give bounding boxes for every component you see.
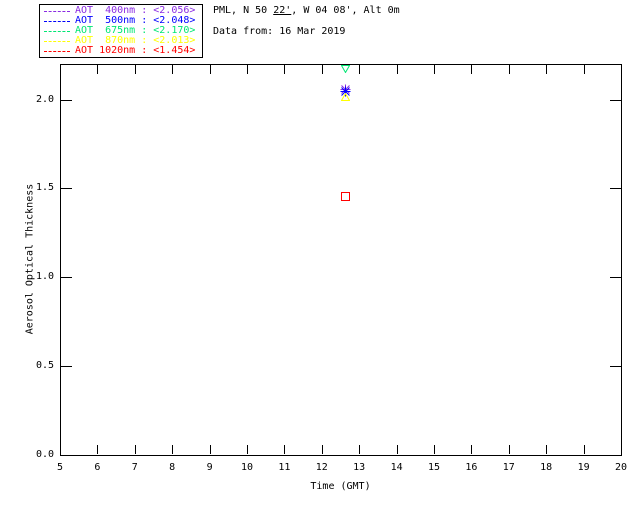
x-tick <box>359 445 361 454</box>
x-axis-title: Time (GMT) <box>310 481 371 492</box>
x-tick <box>583 445 585 454</box>
x-tick-top <box>471 65 473 74</box>
x-tick <box>621 445 622 454</box>
legend-dashed-line <box>44 30 70 32</box>
x-tick-label: 5 <box>56 462 64 473</box>
x-tick <box>60 445 61 454</box>
y-tick <box>61 366 72 368</box>
y-tick-right <box>610 188 621 190</box>
plot-area <box>60 64 622 456</box>
x-tick <box>471 445 473 454</box>
x-tick <box>209 445 211 454</box>
data-marker-aot-1020nm <box>340 192 350 204</box>
x-tick <box>134 445 136 454</box>
plot-title-prefix: PML, N 50 <box>213 5 274 16</box>
x-tick-top <box>359 65 361 74</box>
x-tick-label: 9 <box>206 462 213 473</box>
x-tick-label: 16 <box>465 462 478 473</box>
x-tick-label: 20 <box>614 462 628 473</box>
x-tick-label: 14 <box>390 462 403 473</box>
x-tick-top <box>508 65 510 74</box>
x-tick-label: 17 <box>502 462 515 473</box>
x-tick <box>434 445 435 454</box>
plot-title-suffix: , W 04 08', Alt 0m <box>291 5 400 16</box>
x-tick-label: 11 <box>278 462 291 473</box>
legend-label: AOT 1020nm : <1.454> <box>75 45 196 56</box>
y-tick-label: 1.0 <box>35 271 54 283</box>
x-tick-top <box>396 65 398 74</box>
x-tick-top <box>546 65 548 74</box>
x-tick-label: 15 <box>427 462 441 473</box>
x-tick-top <box>172 65 174 74</box>
x-tick-top <box>434 65 435 74</box>
aot-plot-window: AOT 400nm : <2.056> AOT 500nm : <2.048> AO… <box>0 0 640 512</box>
legend-dashed-line <box>44 40 70 42</box>
x-tick-label: 19 <box>577 462 590 473</box>
x-tick-top <box>60 65 61 74</box>
x-tick-label: 12 <box>315 462 328 473</box>
y-tick <box>61 455 72 456</box>
x-tick <box>172 445 174 454</box>
y-tick-right <box>610 366 621 368</box>
x-tick <box>508 445 510 454</box>
x-tick <box>396 445 398 454</box>
y-tick-right <box>610 277 621 279</box>
x-tick-top <box>621 65 622 74</box>
y-tick-label: 2.0 <box>35 93 54 105</box>
y-tick <box>61 188 72 190</box>
x-tick-label: 10 <box>240 462 254 473</box>
y-tick <box>61 277 72 279</box>
y-tick-right <box>610 99 621 101</box>
legend-dashed-line <box>44 50 70 52</box>
plot-title: PML, N 50 22', W 04 08', Alt 0m <box>213 5 400 17</box>
legend-dashed-line <box>44 20 70 22</box>
x-tick <box>247 445 248 454</box>
x-tick-top <box>321 65 323 74</box>
x-tick-top <box>247 65 248 74</box>
y-axis-title: Aerosol Optical Thickness <box>24 183 36 335</box>
data-marker-aot-870nm <box>340 92 351 104</box>
x-tick-label: 8 <box>169 462 176 473</box>
y-tick-right <box>610 455 621 456</box>
x-tick-label: 7 <box>131 462 138 473</box>
y-tick-label: 0.0 <box>35 449 54 460</box>
x-tick-top <box>583 65 585 74</box>
plot-title-block: PML, N 50 22', W 04 08', Alt 0m Data fro… <box>213 5 400 38</box>
x-tick-top <box>97 65 99 74</box>
plot-subtitle: Data from: 16 Mar 2019 <box>213 26 346 37</box>
x-tick-label: 6 <box>94 462 101 473</box>
y-tick <box>61 99 72 101</box>
legend-dashed-line <box>44 10 70 12</box>
x-tick <box>321 445 323 454</box>
y-tick-label: 1.5 <box>35 182 54 194</box>
x-tick <box>97 445 99 454</box>
x-tick-top <box>209 65 211 74</box>
plot-title-latitude-minutes: 22' <box>273 5 292 16</box>
x-tick-top <box>134 65 136 74</box>
x-tick-label: 18 <box>540 462 553 473</box>
x-tick-top <box>284 65 286 74</box>
data-marker-aot-675nm <box>340 65 351 76</box>
legend-box: AOT 400nm : <2.056> AOT 500nm : <2.048> AO… <box>39 4 203 58</box>
x-tick <box>546 445 548 454</box>
x-tick-label: 13 <box>353 462 366 473</box>
x-tick <box>284 445 286 454</box>
y-tick-label: 0.5 <box>35 360 54 372</box>
legend-row: AOT 1020nm : <1.454> <box>44 46 198 56</box>
